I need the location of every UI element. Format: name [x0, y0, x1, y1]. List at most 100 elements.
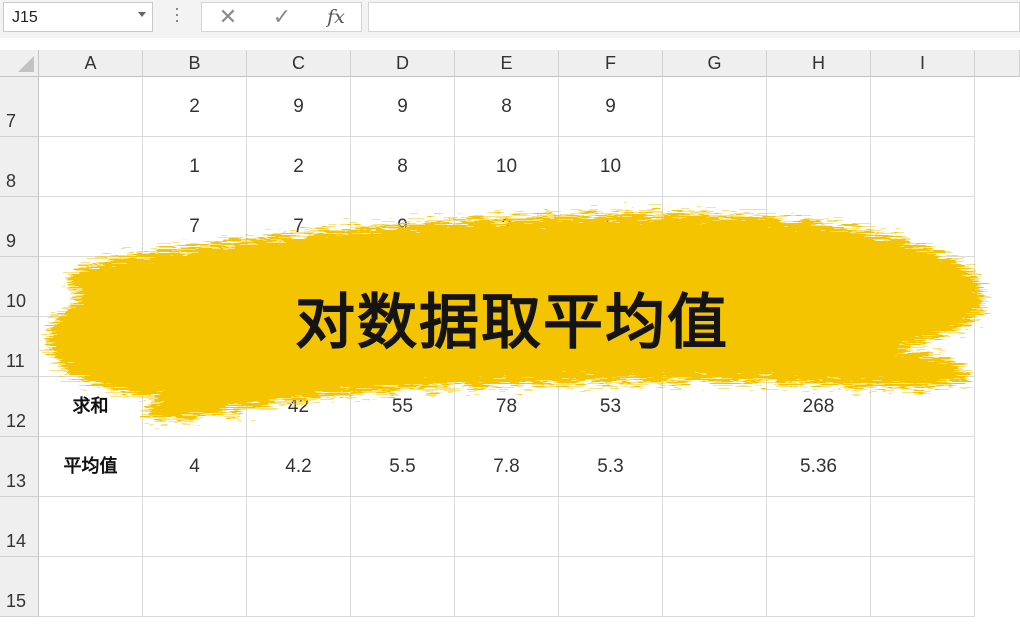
row-header-8[interactable]: 8 — [0, 137, 39, 197]
column-header-e[interactable]: E — [455, 50, 559, 77]
cell-h15[interactable] — [767, 557, 871, 617]
drag-handle-icon[interactable] — [175, 8, 179, 26]
cell-h9[interactable] — [767, 197, 871, 257]
cell-c8[interactable]: 2 — [247, 137, 351, 197]
cell-g14[interactable] — [663, 497, 767, 557]
select-all-button[interactable] — [0, 50, 39, 77]
cancel-icon[interactable]: ✕ — [208, 3, 248, 31]
cell-d13[interactable]: 5.5 — [351, 437, 455, 497]
column-header-a[interactable]: A — [39, 50, 143, 77]
cell-d12[interactable]: 55 — [351, 377, 455, 437]
column-header-g[interactable]: G — [663, 50, 767, 77]
row-header-10[interactable]: 10 — [0, 257, 39, 317]
cell-b14[interactable] — [143, 497, 247, 557]
cell-h14[interactable] — [767, 497, 871, 557]
cell-g9[interactable] — [663, 197, 767, 257]
cell-i15[interactable] — [871, 557, 975, 617]
cell-e13[interactable]: 7.8 — [455, 437, 559, 497]
cell-f7[interactable]: 9 — [559, 77, 663, 137]
row-header-7[interactable]: 7 — [0, 77, 39, 137]
column-header-b[interactable]: B — [143, 50, 247, 77]
cell-h10[interactable] — [767, 257, 871, 317]
cell-c11[interactable] — [247, 317, 351, 377]
cell-a9[interactable] — [39, 197, 143, 257]
cell-a15[interactable] — [39, 557, 143, 617]
cell-a14[interactable] — [39, 497, 143, 557]
cell-d14[interactable] — [351, 497, 455, 557]
cell-i12[interactable] — [871, 377, 975, 437]
cell-e8[interactable]: 10 — [455, 137, 559, 197]
cell-h11[interactable] — [767, 317, 871, 377]
cell-g15[interactable] — [663, 557, 767, 617]
cell-a7[interactable] — [39, 77, 143, 137]
cell-b7[interactable]: 2 — [143, 77, 247, 137]
cell-b15[interactable] — [143, 557, 247, 617]
cell-b13[interactable]: 4 — [143, 437, 247, 497]
cell-h7[interactable] — [767, 77, 871, 137]
cell-f8[interactable]: 10 — [559, 137, 663, 197]
cell-b10[interactable] — [143, 257, 247, 317]
cell-i13[interactable] — [871, 437, 975, 497]
cell-g12[interactable] — [663, 377, 767, 437]
cell-c9[interactable]: 7 — [247, 197, 351, 257]
cell-c10[interactable] — [247, 257, 351, 317]
cell-a8[interactable] — [39, 137, 143, 197]
cell-b9[interactable]: 7 — [143, 197, 247, 257]
cell-c13[interactable]: 4.2 — [247, 437, 351, 497]
cell-g11[interactable] — [663, 317, 767, 377]
cell-i14[interactable] — [871, 497, 975, 557]
cell-i11[interactable] — [871, 317, 975, 377]
cell-e10[interactable] — [455, 257, 559, 317]
cell-f9[interactable]: 5 — [559, 197, 663, 257]
cell-f15[interactable] — [559, 557, 663, 617]
cell-b8[interactable]: 1 — [143, 137, 247, 197]
row-header-14[interactable]: 14 — [0, 497, 39, 557]
row-header-15[interactable]: 15 — [0, 557, 39, 617]
column-header-h[interactable]: H — [767, 50, 871, 77]
cell-e15[interactable] — [455, 557, 559, 617]
cell-d9[interactable]: 9 — [351, 197, 455, 257]
cell-a10[interactable] — [39, 257, 143, 317]
chevron-down-icon[interactable] — [138, 12, 146, 17]
cell-g8[interactable] — [663, 137, 767, 197]
cell-e14[interactable] — [455, 497, 559, 557]
row-header-9[interactable]: 9 — [0, 197, 39, 257]
cell-f10[interactable] — [559, 257, 663, 317]
insert-function-icon[interactable]: fx — [316, 3, 356, 31]
cell-d15[interactable] — [351, 557, 455, 617]
cell-c12[interactable]: 42 — [247, 377, 351, 437]
cell-e11[interactable] — [455, 317, 559, 377]
cell-a13[interactable]: 平均值 — [39, 437, 143, 497]
cell-b11[interactable] — [143, 317, 247, 377]
cell-a12[interactable]: 求和 — [39, 377, 143, 437]
cell-i10[interactable] — [871, 257, 975, 317]
cell-c15[interactable] — [247, 557, 351, 617]
cell-e7[interactable]: 8 — [455, 77, 559, 137]
column-header-c[interactable]: C — [247, 50, 351, 77]
enter-icon[interactable]: ✓ — [262, 3, 302, 31]
cell-i7[interactable] — [871, 77, 975, 137]
cell-c14[interactable] — [247, 497, 351, 557]
cell-g7[interactable] — [663, 77, 767, 137]
cell-d11[interactable] — [351, 317, 455, 377]
cell-f12[interactable]: 53 — [559, 377, 663, 437]
column-header-i[interactable]: I — [871, 50, 975, 77]
cell-f13[interactable]: 5.3 — [559, 437, 663, 497]
cell-h13[interactable]: 5.36 — [767, 437, 871, 497]
row-header-12[interactable]: 12 — [0, 377, 39, 437]
name-box[interactable]: J15 — [3, 2, 153, 32]
cell-a11[interactable] — [39, 317, 143, 377]
row-header-13[interactable]: 13 — [0, 437, 39, 497]
cell-g13[interactable] — [663, 437, 767, 497]
cell-d8[interactable]: 8 — [351, 137, 455, 197]
cell-f14[interactable] — [559, 497, 663, 557]
cell-b12[interactable]: 40 — [143, 377, 247, 437]
cell-h8[interactable] — [767, 137, 871, 197]
column-header-d[interactable]: D — [351, 50, 455, 77]
cell-e9[interactable]: 2 — [455, 197, 559, 257]
column-header-f[interactable]: F — [559, 50, 663, 77]
cell-e12[interactable]: 78 — [455, 377, 559, 437]
cell-d10[interactable] — [351, 257, 455, 317]
cell-i8[interactable] — [871, 137, 975, 197]
row-header-11[interactable]: 11 — [0, 317, 39, 377]
